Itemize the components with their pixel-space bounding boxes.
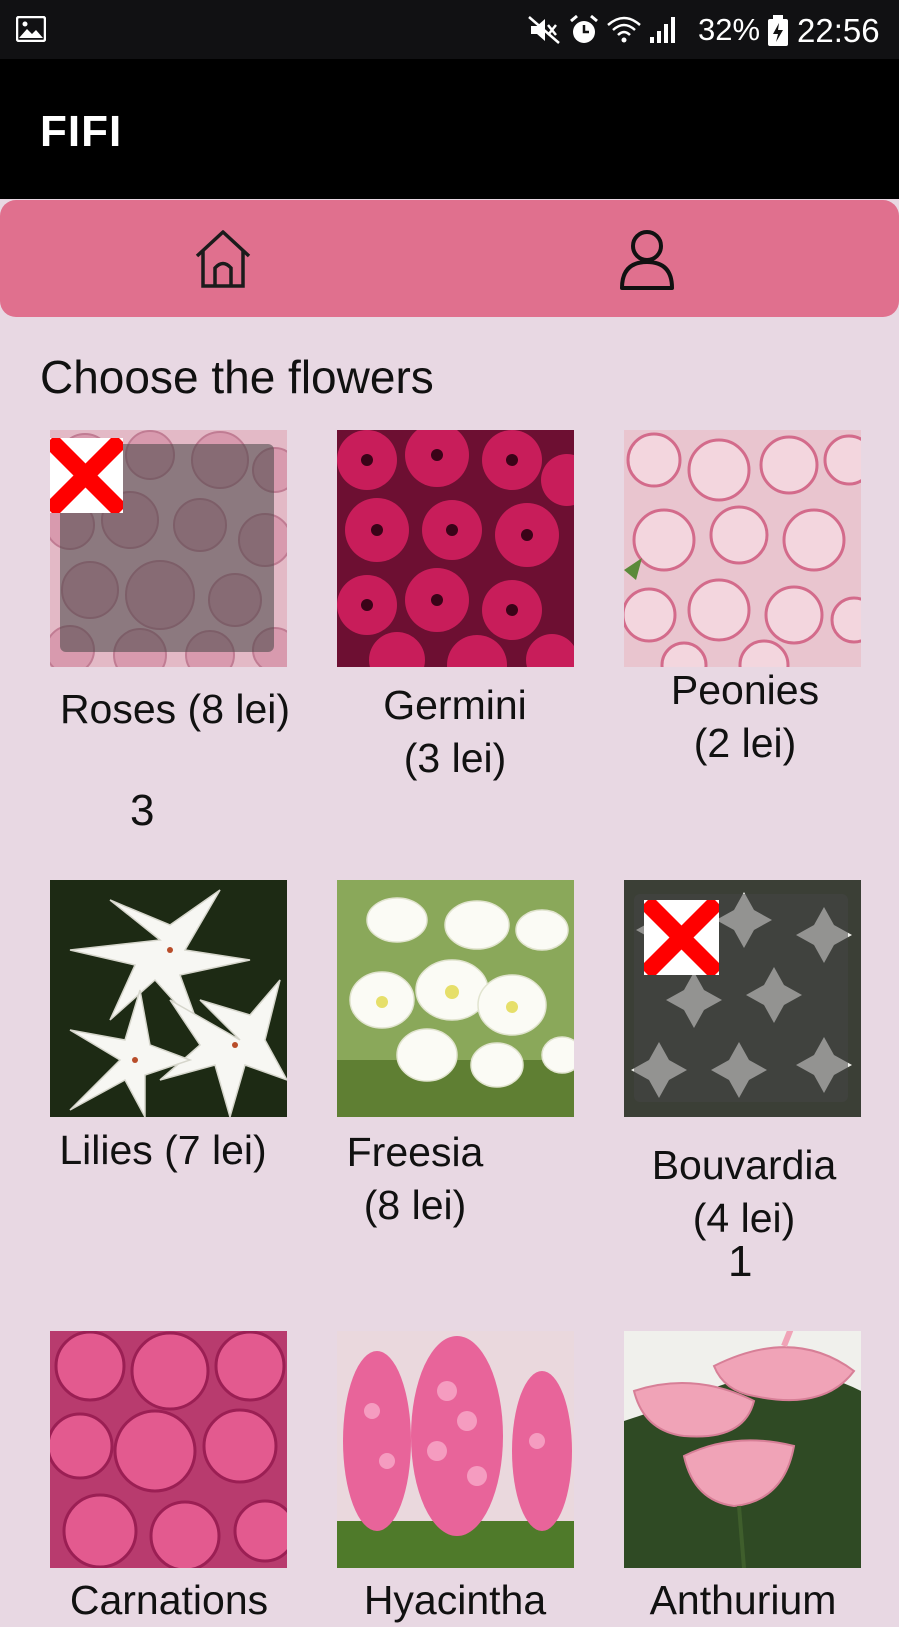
flower-image-anthurium[interactable] — [624, 1331, 861, 1568]
app-title: FIFI — [40, 107, 123, 156]
flower-image-hyacintha[interactable] — [337, 1331, 574, 1568]
wifi-icon — [607, 16, 641, 43]
remove-x-icon[interactable] — [644, 900, 719, 975]
flower-label: Germini (3 lei) — [383, 682, 527, 781]
flower-image-carnations[interactable] — [50, 1331, 287, 1568]
flower-image-freesia[interactable] — [337, 880, 574, 1117]
signal-icon — [650, 17, 675, 43]
flower-image-roses[interactable] — [50, 430, 287, 667]
battery-icon — [768, 15, 788, 46]
flower-image-lilies[interactable] — [50, 880, 287, 1117]
person-icon[interactable] — [618, 228, 676, 292]
app-bar: FIFI — [0, 59, 899, 199]
clock: 22:56 — [797, 12, 880, 49]
flower-label: Bouvardia (4 lei) — [651, 1142, 837, 1241]
flower-image-germini[interactable] — [337, 430, 574, 667]
flower-label: Lilies (7 lei) — [59, 1127, 267, 1173]
flower-label: Anthurium — [649, 1577, 837, 1623]
flower-count: 3 — [130, 786, 155, 835]
home-icon[interactable] — [193, 228, 253, 290]
flower-label: Roses (8 lei) — [59, 686, 291, 732]
flower-label: Peonies (2 lei) — [670, 667, 820, 766]
section-title: Choose the flowers — [40, 351, 434, 403]
flower-label: Carnations — [69, 1577, 269, 1623]
status-bar: 32% 22:56 — [0, 0, 899, 59]
flower-label: Freesia (8 lei) — [346, 1129, 484, 1228]
flower-count: 1 — [728, 1237, 753, 1286]
alarm-icon — [570, 14, 598, 43]
system-icons — [528, 14, 678, 46]
flower-image-peonies[interactable] — [624, 430, 861, 667]
mute-icon — [528, 16, 560, 44]
nav-bar — [0, 200, 899, 317]
flower-image-bouvardia[interactable] — [624, 880, 861, 1117]
remove-x-icon[interactable] — [50, 438, 123, 513]
flower-label: Hyacintha — [363, 1577, 547, 1623]
image-icon — [16, 16, 46, 42]
battery-percent: 32% — [698, 12, 761, 47]
